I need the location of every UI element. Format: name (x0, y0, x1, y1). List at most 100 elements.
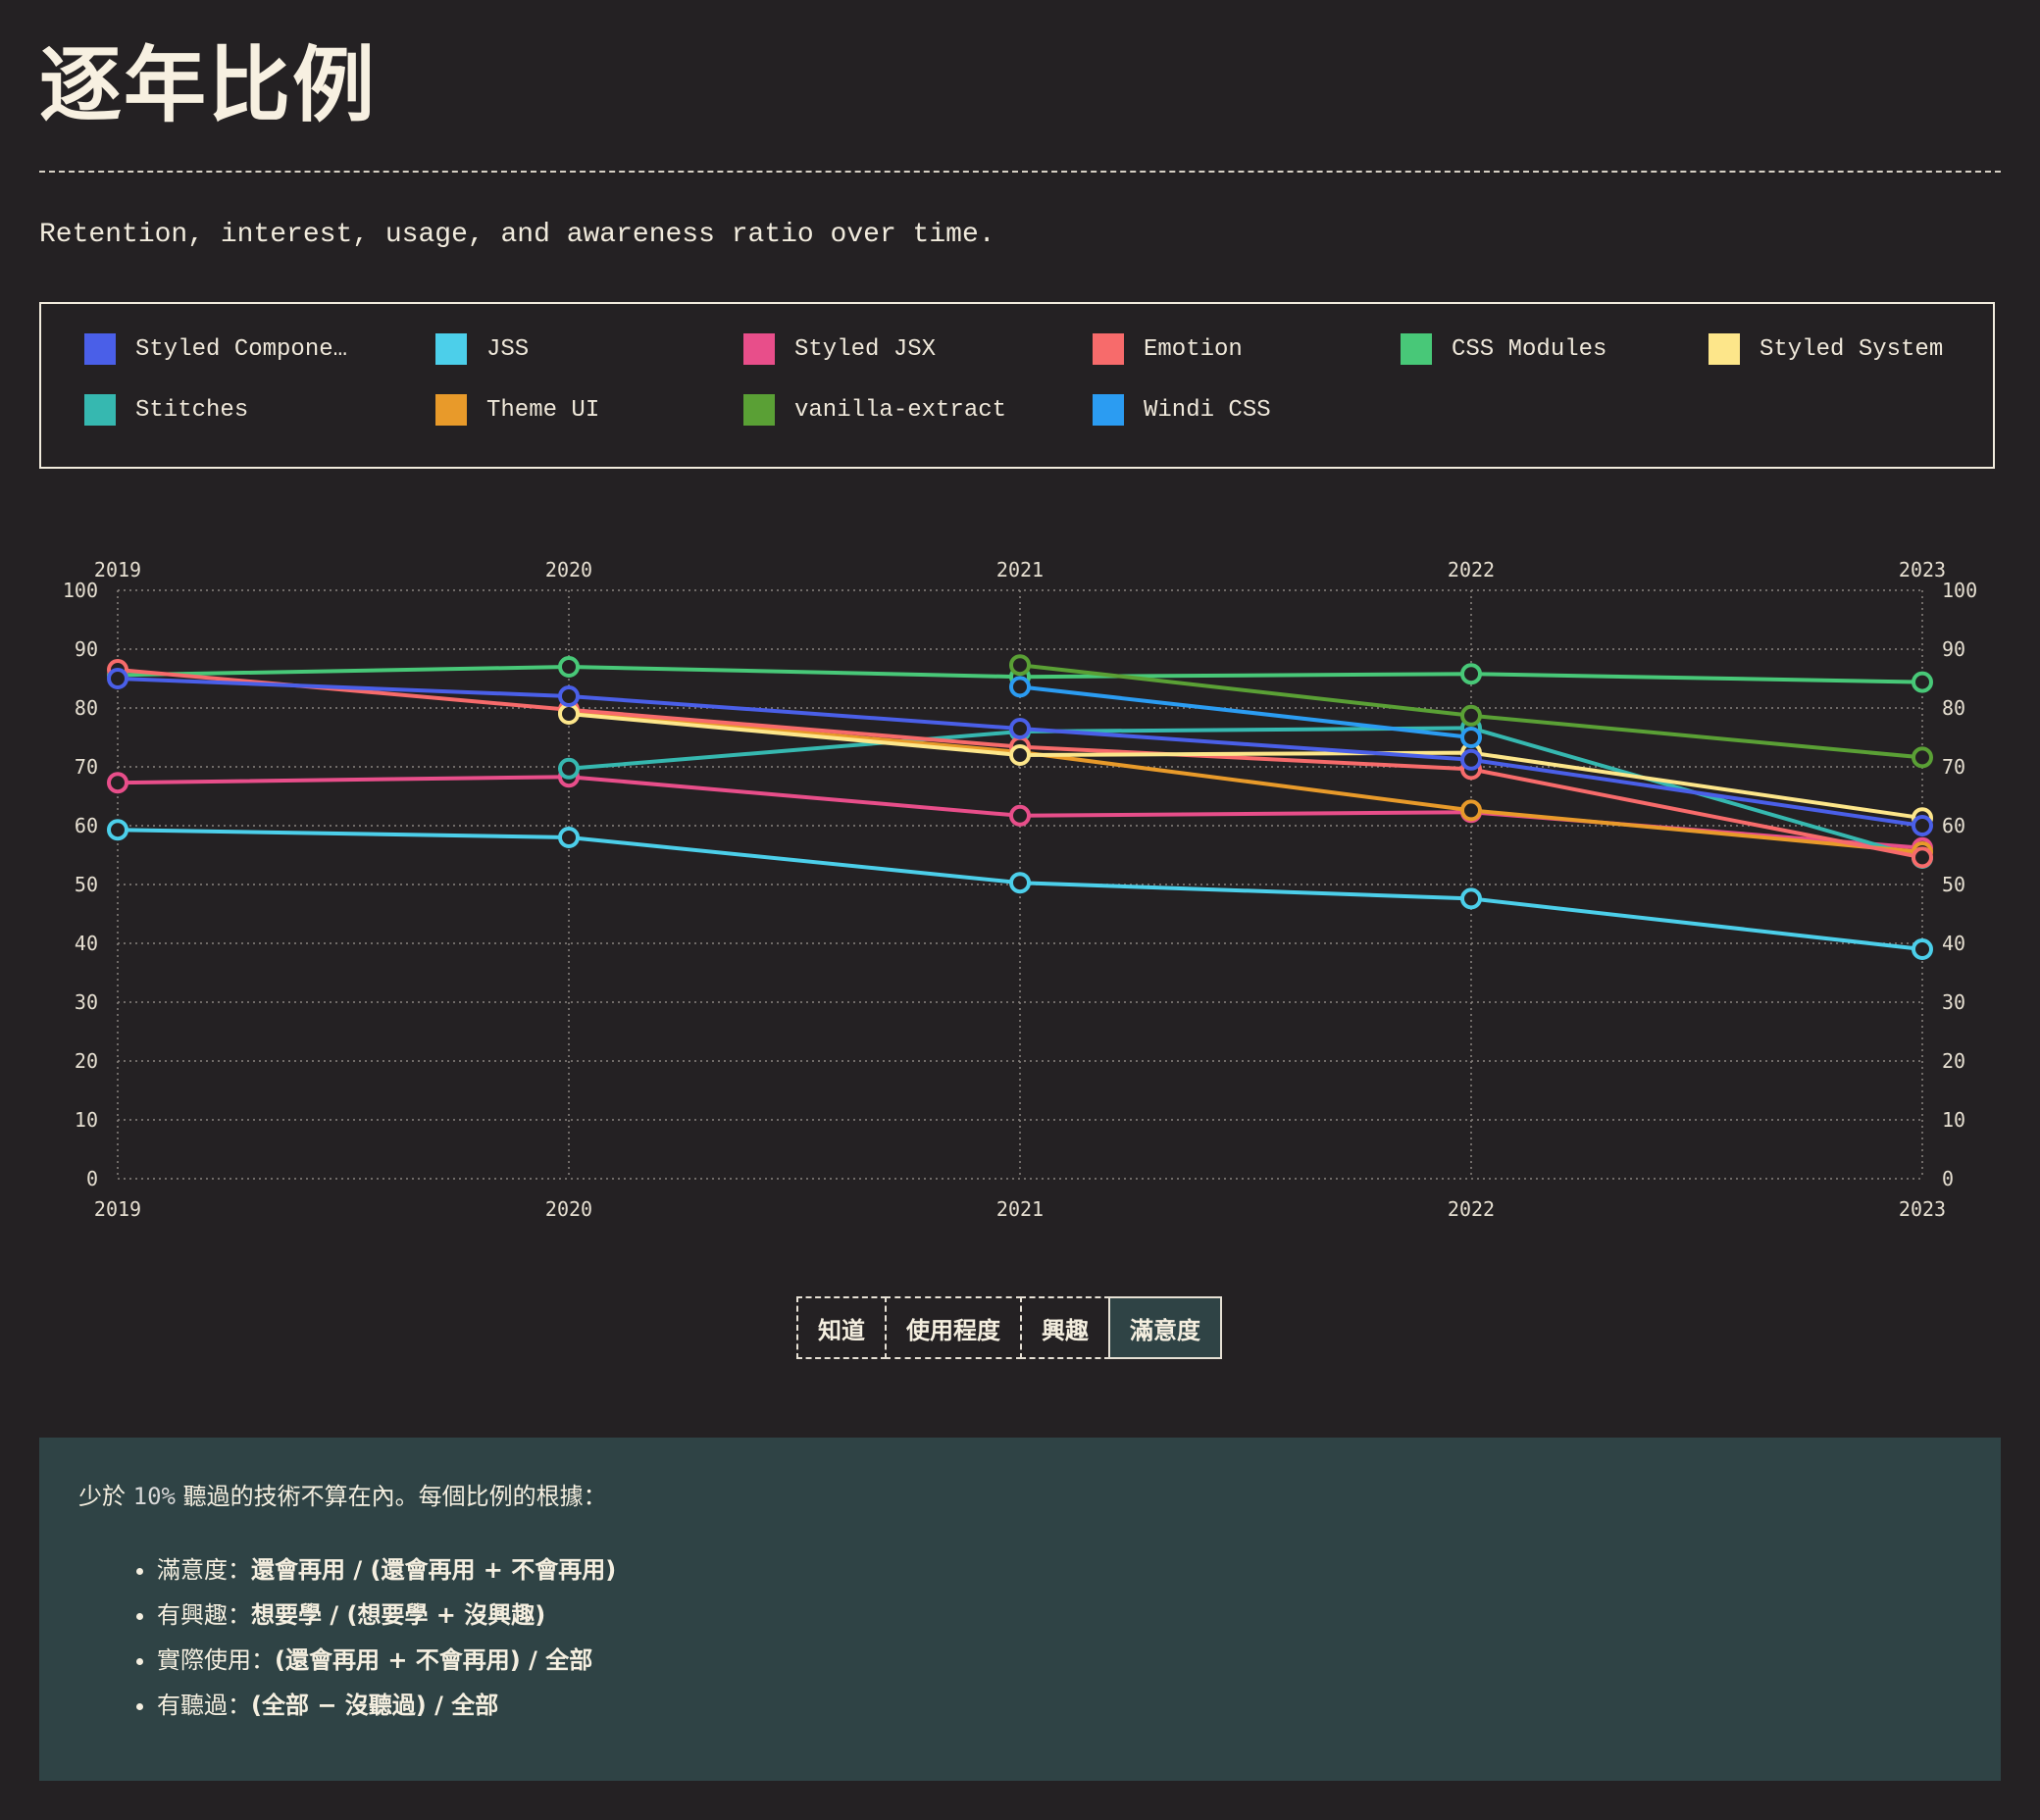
y-tick-label-left: 70 (75, 755, 98, 779)
legend-swatch (1401, 333, 1432, 365)
data-point (1009, 718, 1031, 739)
legend-item-emotion[interactable]: Emotion (1093, 333, 1243, 365)
y-tick-label-left: 100 (63, 579, 98, 602)
x-tick-label-top: 2021 (996, 558, 1044, 581)
legend-item-styled-system[interactable]: Styled System (1708, 333, 1943, 365)
data-point (558, 703, 580, 725)
y-tick-label-left: 60 (75, 814, 98, 837)
y-tick-label-left: 20 (75, 1049, 98, 1073)
data-point (1460, 663, 1482, 685)
data-point (558, 827, 580, 848)
legend-item-jss[interactable]: JSS (435, 333, 529, 365)
legend-swatch (435, 333, 467, 365)
legend-item-css-modules[interactable]: CSS Modules (1401, 333, 1606, 365)
note-item-label: 實際使用： (157, 1646, 275, 1674)
y-tick-label-right: 60 (1942, 814, 1965, 837)
note-list: 滿意度：還會再用 / (還會再用 + 不會再用) 有興趣：想要學 / (想要學 … (78, 1554, 1962, 1721)
page-title: 逐年比例 (39, 37, 378, 133)
y-tick-label-right: 0 (1942, 1167, 1954, 1190)
note-item-formula: 想要學 / (想要學 + 沒興趣) (251, 1601, 546, 1629)
chart-legend: Styled Compone… JSS Styled JSX Emotion C… (39, 302, 1995, 469)
data-point (1912, 938, 1933, 960)
tab-awareness[interactable]: 知道 (796, 1296, 887, 1359)
data-point (558, 685, 580, 707)
note-item-formula: 還會再用 / (還會再用 + 不會再用) (251, 1556, 617, 1584)
data-point (1912, 671, 1933, 693)
y-tick-label-right: 80 (1942, 696, 1965, 720)
legend-item-styled-jsx[interactable]: Styled JSX (743, 333, 936, 365)
line-chart: 0 010 1020 2030 3040 4050 5060 6070 7080 8090 9010… (63, 558, 1977, 1221)
legend-item-vanilla-extract[interactable]: vanilla-extract (743, 394, 1006, 426)
legend-swatch (84, 394, 116, 426)
legend-swatch (1093, 394, 1124, 426)
data-point (107, 668, 128, 689)
data-point (107, 819, 128, 841)
data-point (1009, 872, 1031, 894)
legend-label: vanilla-extract (794, 396, 1007, 424)
note-intro-percent: 10% (132, 1483, 176, 1510)
note-intro: 少於 10% 聽過的技術不算在內。每個比例的根據： (78, 1477, 1962, 1511)
data-point (1009, 676, 1031, 698)
legend-label: Emotion (1144, 335, 1243, 363)
data-point (1912, 746, 1933, 769)
x-tick-label-bottom: 2020 (545, 1197, 592, 1221)
data-point (1009, 744, 1031, 766)
note-item-label: 有興趣： (157, 1601, 251, 1629)
y-tick-label-left: 50 (75, 873, 98, 896)
data-point (1460, 727, 1482, 748)
data-point (107, 772, 128, 794)
list-item: 滿意度：還會再用 / (還會再用 + 不會再用) (157, 1554, 1962, 1586)
tab-satisfaction[interactable]: 滿意度 (1108, 1296, 1222, 1359)
y-tick-label-right: 40 (1942, 932, 1965, 955)
legend-item-styled-components[interactable]: Styled Compone… (84, 333, 347, 365)
data-point (558, 656, 580, 678)
note-item-label: 有聽過： (157, 1692, 251, 1719)
y-tick-label-left: 0 (86, 1167, 98, 1190)
legend-label: Windi CSS (1144, 396, 1271, 424)
legend-swatch (743, 394, 775, 426)
y-tick-label-left: 90 (75, 637, 98, 661)
data-point (1912, 846, 1933, 869)
legend-label: CSS Modules (1452, 335, 1607, 363)
list-item: 實際使用：(還會再用 + 不會再用) / 全部 (157, 1644, 1962, 1676)
y-tick-label-right: 90 (1942, 637, 1965, 661)
legend-item-stitches[interactable]: Stitches (84, 394, 248, 426)
legend-swatch (1708, 333, 1740, 365)
legend-label: Theme UI (486, 396, 600, 424)
title-divider (39, 171, 2001, 173)
x-tick-label-bottom: 2019 (94, 1197, 141, 1221)
y-tick-label-right: 30 (1942, 990, 1965, 1014)
y-tick-label-left: 80 (75, 696, 98, 720)
y-tick-label-right: 20 (1942, 1049, 1965, 1073)
legend-label: Styled System (1760, 335, 1944, 363)
list-item: 有興趣：想要學 / (想要學 + 沒興趣) (157, 1599, 1962, 1631)
chart-subtitle: Retention, interest, usage, and awarenes… (39, 220, 995, 250)
tab-usage[interactable]: 使用程度 (885, 1296, 1022, 1359)
y-tick-label-left: 40 (75, 932, 98, 955)
note-item-label: 滿意度： (157, 1556, 251, 1584)
x-tick-label-top: 2023 (1899, 558, 1946, 581)
data-point (1009, 654, 1031, 677)
data-point (1460, 748, 1482, 771)
x-tick-label-bottom: 2021 (996, 1197, 1044, 1221)
note-item-formula: (還會再用 + 不會再用) / 全部 (275, 1646, 593, 1674)
legend-swatch (743, 333, 775, 365)
y-tick-label-right: 50 (1942, 873, 1965, 896)
legend-label: JSS (486, 335, 530, 363)
legend-label: Styled JSX (794, 335, 937, 363)
legend-label: Styled Compone… (135, 335, 348, 363)
data-point (1460, 704, 1482, 727)
note-item-formula: (全部 − 沒聽過) / 全部 (251, 1692, 499, 1719)
y-tick-label-left: 10 (75, 1108, 98, 1132)
legend-item-windi-css[interactable]: Windi CSS (1093, 394, 1271, 426)
tab-interest[interactable]: 興趣 (1020, 1296, 1110, 1359)
legend-swatch (84, 333, 116, 365)
y-tick-label-right: 100 (1942, 579, 1977, 602)
data-point (558, 757, 580, 780)
legend-item-theme-ui[interactable]: Theme UI (435, 394, 599, 426)
x-tick-label-bottom: 2022 (1448, 1197, 1495, 1221)
y-tick-label-left: 30 (75, 990, 98, 1014)
y-tick-label-right: 70 (1942, 755, 1965, 779)
x-tick-label-top: 2019 (94, 558, 141, 581)
data-point (1912, 815, 1933, 836)
